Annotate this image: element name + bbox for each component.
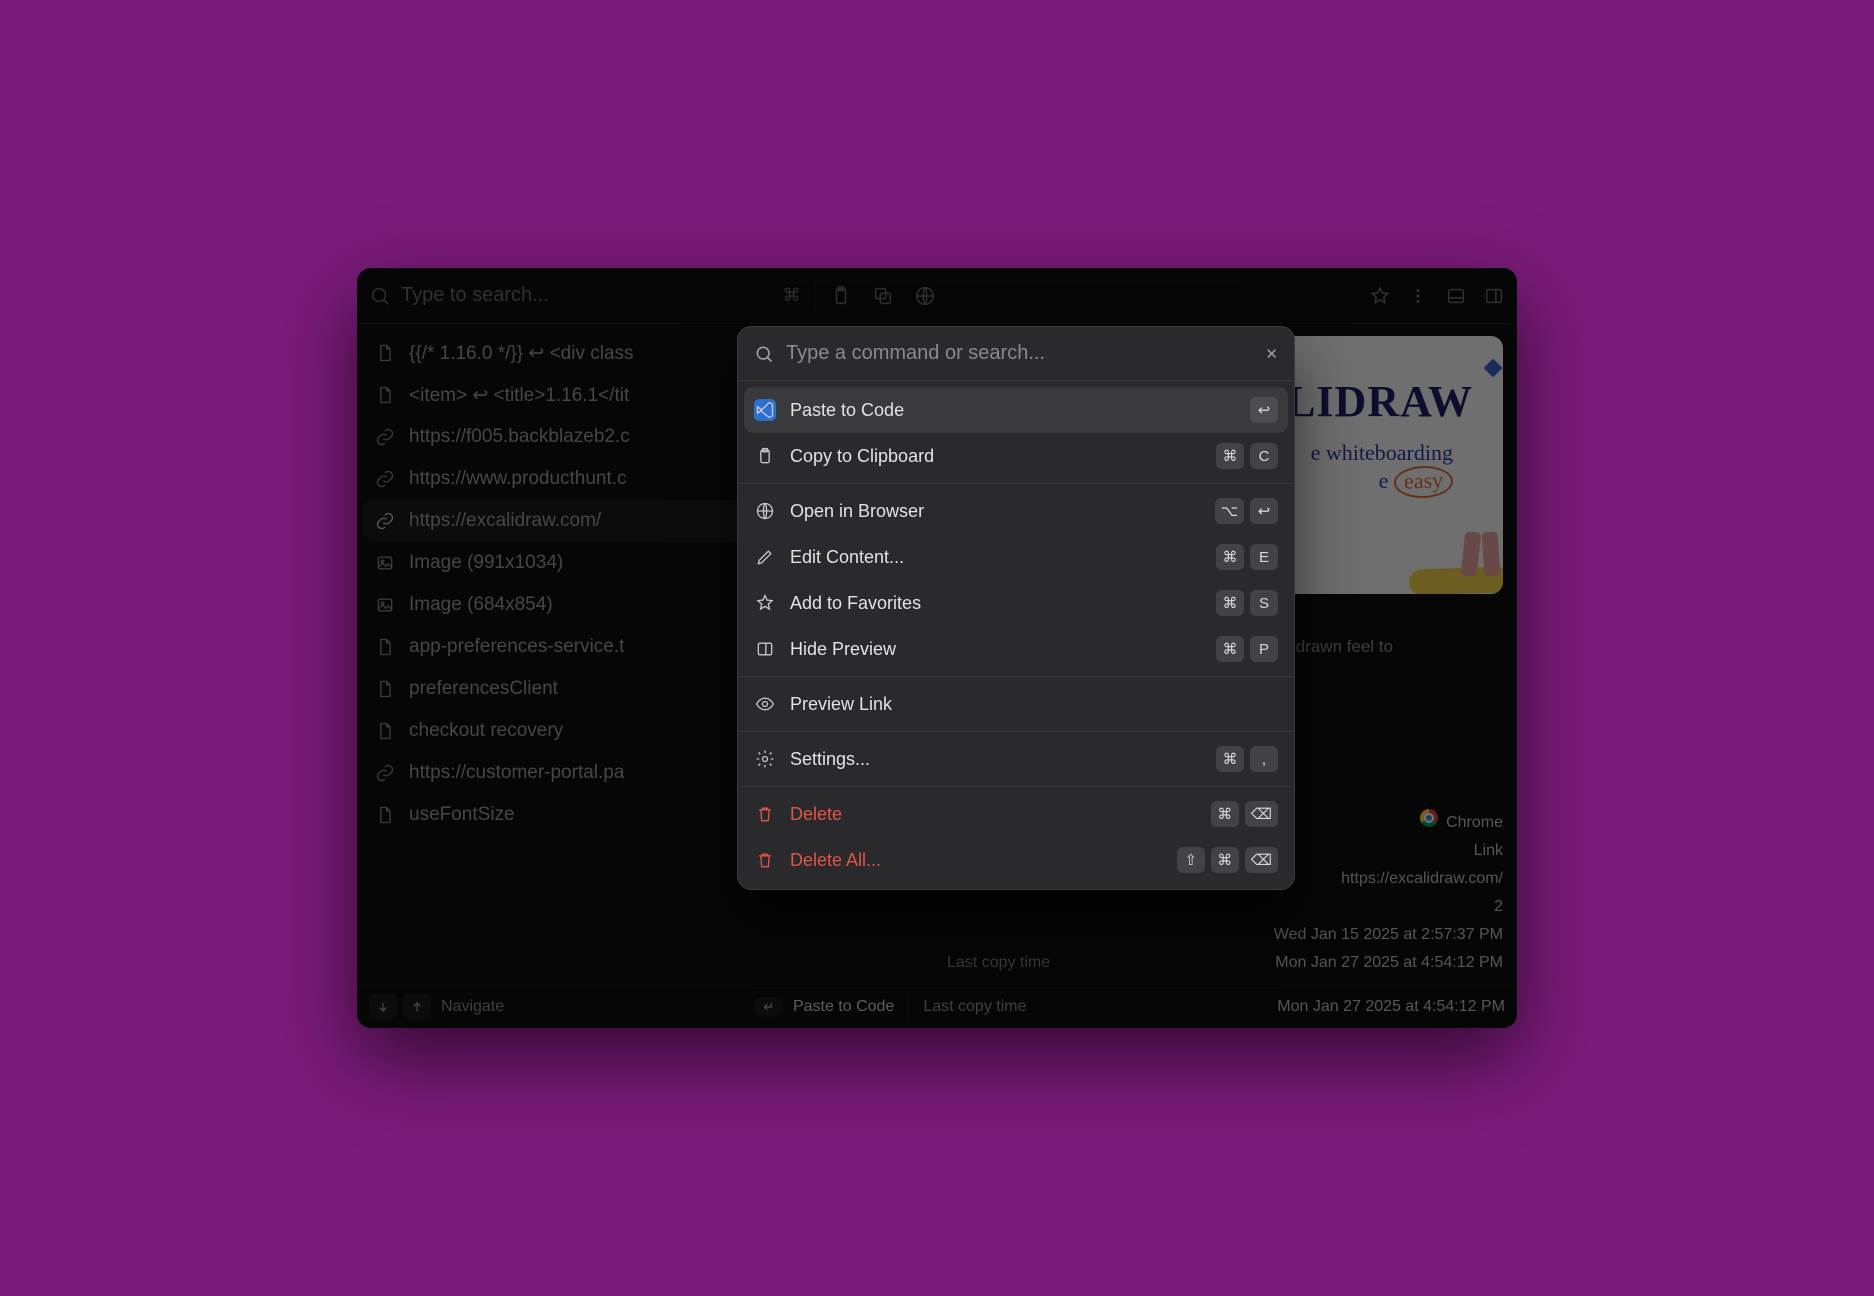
palette-item-label: Preview Link bbox=[790, 694, 1264, 715]
keycap: ↩ bbox=[1250, 397, 1278, 423]
shortcut-hint: ⇧⌘⌫ bbox=[1177, 847, 1278, 873]
shortcut-hint: ⌘P bbox=[1216, 636, 1278, 662]
close-icon[interactable]: ✕ bbox=[1265, 345, 1278, 363]
app-window: Type to search... ⌘ {{/* 1.16.0 */}} ↩ <… bbox=[357, 268, 1517, 1028]
keycap: ⇧ bbox=[1177, 847, 1205, 873]
palette-search: ✕ bbox=[738, 327, 1294, 381]
keycap: ⌘ bbox=[1216, 590, 1244, 616]
palette-item[interactable]: Copy to Clipboard ⌘C bbox=[744, 433, 1288, 479]
palette-search-input[interactable] bbox=[786, 342, 1253, 365]
palette-item-label: Paste to Code bbox=[790, 400, 1236, 421]
palette-item[interactable]: Hide Preview ⌘P bbox=[744, 626, 1288, 672]
keycap: ⌥ bbox=[1215, 498, 1244, 524]
keycap: E bbox=[1250, 544, 1278, 570]
keycap: ⌫ bbox=[1245, 847, 1278, 873]
keycap: ⌘ bbox=[1211, 801, 1239, 827]
shortcut-hint: ⌘, bbox=[1216, 746, 1278, 772]
shortcut-hint: ⌘⌫ bbox=[1211, 801, 1278, 827]
palette-item[interactable]: Delete All... ⇧⌘⌫ bbox=[744, 837, 1288, 883]
palette-item[interactable]: Delete ⌘⌫ bbox=[744, 791, 1288, 837]
keycap: C bbox=[1250, 443, 1278, 469]
palette-item-label: Edit Content... bbox=[790, 547, 1202, 568]
palette-item[interactable]: Preview Link bbox=[744, 681, 1288, 727]
shortcut-hint: ⌥↩ bbox=[1215, 498, 1278, 524]
keycap: ⌫ bbox=[1245, 801, 1278, 827]
keycap: ⌘ bbox=[1216, 746, 1244, 772]
palette-item-label: Open in Browser bbox=[790, 501, 1201, 522]
shortcut-hint: ⌘S bbox=[1216, 590, 1278, 616]
shortcut-hint: ⌘C bbox=[1216, 443, 1278, 469]
palette-item-label: Add to Favorites bbox=[790, 593, 1202, 614]
palette-items: Paste to Code↩Copy to Clipboard⌘COpen in… bbox=[738, 381, 1294, 889]
keycap: ↩ bbox=[1250, 498, 1278, 524]
keycap: ⌘ bbox=[1216, 443, 1244, 469]
palette-item-label: Settings... bbox=[790, 749, 1202, 770]
keycap: P bbox=[1250, 636, 1278, 662]
shortcut-hint: ↩ bbox=[1250, 397, 1278, 423]
command-palette: ✕ Paste to Code↩Copy to Clipboard⌘COpen … bbox=[737, 326, 1295, 890]
palette-item-label: Delete bbox=[790, 804, 1197, 825]
palette-item-label: Hide Preview bbox=[790, 639, 1202, 660]
palette-item-label: Delete All... bbox=[790, 850, 1163, 871]
keycap: ⌘ bbox=[1216, 636, 1244, 662]
palette-item[interactable]: Edit Content... ⌘E bbox=[744, 534, 1288, 580]
palette-item[interactable]: Add to Favorites ⌘S bbox=[744, 580, 1288, 626]
keycap: ⌘ bbox=[1216, 544, 1244, 570]
palette-item[interactable]: Paste to Code ↩ bbox=[744, 387, 1288, 433]
search-icon bbox=[754, 344, 774, 364]
shortcut-hint: ⌘E bbox=[1216, 544, 1278, 570]
vscode-icon bbox=[754, 399, 776, 421]
keycap: ⌘ bbox=[1211, 847, 1239, 873]
palette-item[interactable]: Open in Browser ⌥↩ bbox=[744, 488, 1288, 534]
palette-item-label: Copy to Clipboard bbox=[790, 446, 1202, 467]
keycap: , bbox=[1250, 746, 1278, 772]
keycap: S bbox=[1250, 590, 1278, 616]
palette-item[interactable]: Settings... ⌘, bbox=[744, 736, 1288, 782]
